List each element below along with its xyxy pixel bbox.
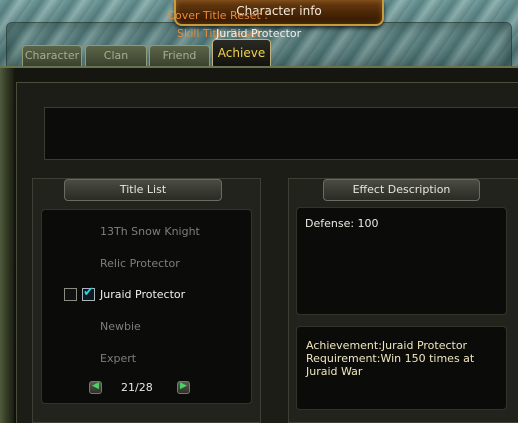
tab-clan[interactable]: Clan <box>85 45 147 66</box>
title-list-box <box>41 209 252 404</box>
title-list-item[interactable]: Relic Protector <box>100 257 180 270</box>
skill-title-reset-value: Juraid Protector <box>216 27 302 40</box>
title-list-item[interactable]: Expert <box>100 352 136 365</box>
title-list-header: Title List <box>64 179 222 201</box>
page-indicator: 21/28 <box>121 381 153 394</box>
cover-title-checkbox[interactable] <box>64 288 77 301</box>
page-prev-button[interactable]: ◀ <box>89 381 102 394</box>
effect-description-header: Effect Description <box>323 179 480 201</box>
tab-achieve[interactable]: Achieve <box>212 39 271 66</box>
skill-title-checkbox[interactable]: ✔ <box>82 285 95 301</box>
title-reset-box <box>44 107 518 160</box>
arrow-right-icon: ▶ <box>180 381 187 391</box>
tab-friend[interactable]: Friend <box>149 45 210 66</box>
achievement-requirement-text: Achievement:Juraid Protector Requirement… <box>306 339 475 378</box>
checkmark-icon: ✔ <box>83 285 94 300</box>
cover-title-reset-label: Cover Title Reset : <box>167 9 268 22</box>
title-list-item-selected[interactable]: Juraid Protector <box>100 288 185 301</box>
tab-character[interactable]: Character <box>22 45 82 66</box>
title-list-item[interactable]: Newbie <box>100 320 141 333</box>
arrow-left-icon: ◀ <box>92 381 99 391</box>
title-list-item[interactable]: 13Th Snow Knight <box>100 225 200 238</box>
page-next-button[interactable]: ▶ <box>177 381 190 394</box>
effect-stat-text: Defense: 100 <box>305 217 379 230</box>
